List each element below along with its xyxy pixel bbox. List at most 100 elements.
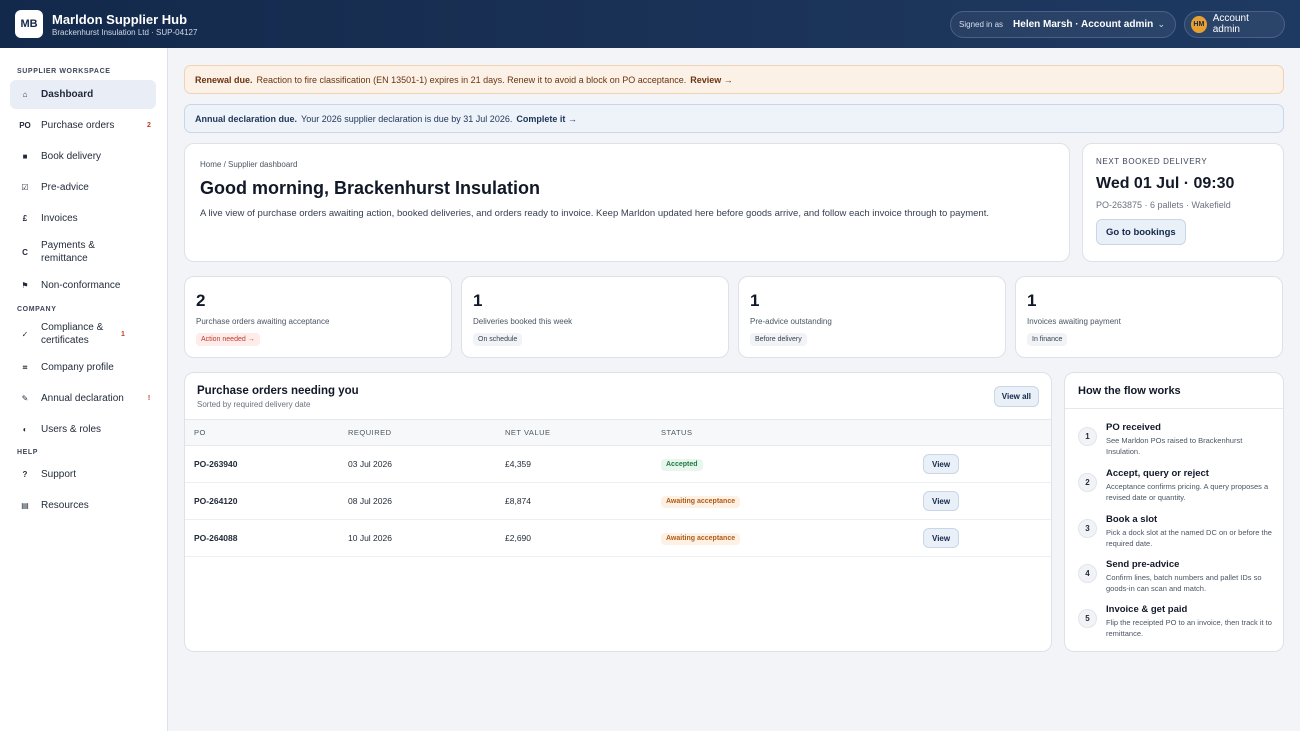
status-badge: Awaiting acceptance <box>661 495 741 508</box>
sidebar: Supplier workspace ⌂ Dashboard PO Purchase … <box>0 48 168 731</box>
stat-caption: Purchase orders awaiting acceptance <box>196 317 330 326</box>
view-all-button[interactable]: View all <box>993 386 1039 407</box>
status-cell: Accepted <box>661 458 923 471</box>
stat-chip: On schedule <box>473 333 523 346</box>
page-description: A live view of purchase orders awaiting … <box>200 208 989 219</box>
stat-card[interactable]: 2 Purchase orders awaiting acceptance Acti… <box>184 276 452 358</box>
renewal-banner-text: Reaction to fire classification (EN 1350… <box>256 74 687 85</box>
sidebar-item-label: Users & roles <box>41 424 102 435</box>
book-icon: ▤ <box>21 501 29 510</box>
sidebar-item-company-profile[interactable]: ⌗ Company profile <box>10 353 156 382</box>
stat-card[interactable]: 1 Invoices awaiting payment In finance <box>1015 276 1283 358</box>
required-date: 03 Jul 2026 <box>348 459 392 469</box>
net-value: £2,690 <box>505 533 531 543</box>
view-order-button[interactable]: View <box>923 528 960 548</box>
app-logo[interactable]: MB <box>15 10 43 38</box>
account-label: Account admin <box>1212 13 1249 35</box>
sidebar-item-badge: 2 <box>147 122 151 129</box>
view-order-button[interactable]: View <box>923 491 960 511</box>
breadcrumb: Home / Supplier dashboard <box>200 160 298 169</box>
declaration-banner-text: Your 2026 supplier declaration is due by… <box>301 113 513 124</box>
step-number: 1 <box>1078 427 1097 446</box>
column-header-net-value[interactable]: NET VALUE <box>505 428 661 437</box>
sidebar-item-label: Payments & remittance <box>41 240 95 264</box>
po-icon: PO <box>19 121 31 130</box>
column-header-status[interactable]: STATUS <box>661 428 923 437</box>
renewal-banner: Renewal due. Reaction to fire classifica… <box>184 65 1284 94</box>
stat-value: 1 <box>473 291 483 310</box>
declaration-banner: Annual declaration due. Your 2026 suppli… <box>184 104 1284 133</box>
signed-in-label: Signed in as <box>959 19 1004 29</box>
top-bar: MB Marldon Supplier Hub Brackenhurst Ins… <box>0 0 1300 48</box>
po-number[interactable]: PO-264088 <box>185 533 348 543</box>
chevron-down-icon: ⌄ <box>1157 18 1165 29</box>
sidebar-item-label: Resources <box>41 500 89 511</box>
table-row: PO-264120 08 Jul 2026 £8,874 Awaiting accep… <box>185 483 1051 520</box>
check-icon: ✓ <box>21 329 29 339</box>
user-switcher[interactable]: Signed in as Helen Marsh · Account admin… <box>950 10 1176 38</box>
users-icon: ◐ <box>22 425 28 434</box>
sidebar-item-label: Company profile <box>41 362 114 373</box>
sidebar-item-payments-and-remittance[interactable]: C Payments & remittance <box>10 235 156 269</box>
step-title: Accept, query or reject <box>1106 468 1209 479</box>
stat-card[interactable]: 1 Deliveries booked this week On schedule <box>461 276 729 358</box>
supplier-id: Brackenhurst Insulation Ltd · SUP-04127 <box>52 27 198 37</box>
sidebar-item-label: Dashboard <box>41 89 94 100</box>
stat-caption: Deliveries booked this week <box>473 317 573 326</box>
home-icon: ⌂ <box>22 90 28 99</box>
question-icon: ? <box>22 470 28 479</box>
step-description: Flip the receipted PO to an invoice, the… <box>1106 618 1272 638</box>
sidebar-section-help: Help <box>17 449 39 456</box>
step-title: Invoice & get paid <box>1106 604 1188 615</box>
sidebar-item-label: Support <box>41 469 77 480</box>
next-delivery-label: Next booked delivery <box>1096 157 1208 166</box>
column-header-po[interactable]: PO <box>185 428 348 437</box>
po-number[interactable]: PO-263940 <box>185 459 348 469</box>
sidebar-item-users-and-roles[interactable]: ◐ Users & roles <box>10 415 156 444</box>
declaration-banner-strong: Annual declaration due. <box>195 113 298 124</box>
stat-chip[interactable]: Action needed → <box>196 333 260 346</box>
declaration-complete-link[interactable]: Complete it → <box>516 114 577 124</box>
sidebar-item-non-conformance[interactable]: ⚑ Non-conformance <box>10 271 156 300</box>
stat-card[interactable]: 1 Pre-advice outstanding Before delivery <box>738 276 1006 358</box>
status-cell: Awaiting acceptance <box>661 532 923 545</box>
view-order-button[interactable]: View <box>923 454 960 474</box>
flow-card: How the flow works 1 PO received See Marld… <box>1064 372 1284 652</box>
sidebar-item-resources[interactable]: ▤ Resources <box>10 491 156 520</box>
brand: Marldon Supplier Hub Brackenhurst Insula… <box>52 12 197 37</box>
renewal-review-link[interactable]: Review → <box>690 75 733 85</box>
truck-icon: ■ <box>22 152 28 161</box>
sidebar-item-compliance-and-certificates[interactable]: ✓ Compliance & certificates 1 <box>10 317 156 351</box>
account-menu-button[interactable]: HM Account admin <box>1184 10 1285 38</box>
welcome-card: Home / Supplier dashboard Good morning, … <box>184 143 1070 262</box>
sidebar-item-annual-declaration[interactable]: ✎ Annual declaration! <box>10 384 156 413</box>
sidebar-item-dashboard[interactable]: ⌂ Dashboard <box>10 80 156 109</box>
go-to-bookings-button[interactable]: Go to bookings <box>1096 219 1186 245</box>
po-number[interactable]: PO-264120 <box>185 496 348 506</box>
action-cell: View <box>923 528 983 548</box>
sidebar-item-purchase-orders[interactable]: PO Purchase orders 2 <box>10 111 156 140</box>
sidebar-item-book-delivery[interactable]: ■ Book delivery <box>10 142 156 171</box>
table-header: PO REQUIRED NET VALUE STATUS <box>185 420 1051 446</box>
sidebar-item-support[interactable]: ? Support <box>10 460 156 489</box>
pen-icon: ✎ <box>21 394 29 403</box>
column-header-required[interactable]: REQUIRED <box>348 428 505 437</box>
sidebar-item-invoices[interactable]: £ Invoices <box>10 204 156 233</box>
sidebar-item-label: Invoices <box>41 213 78 224</box>
step-description: Pick a dock slot at the named DC on or b… <box>1106 528 1272 548</box>
step-number: 3 <box>1078 519 1097 538</box>
step-number: 4 <box>1078 564 1097 583</box>
net-value: £8,874 <box>505 496 531 506</box>
sidebar-item-label: Purchase orders <box>41 120 115 131</box>
next-delivery-datetime: Wed 01 Jul · 09:30 <box>1096 175 1235 192</box>
step-description: See Marldon POs raised to Brackenhurst I… <box>1106 436 1243 456</box>
step-number: 5 <box>1078 609 1097 628</box>
sidebar-item-label: Annual declaration <box>41 393 124 404</box>
sidebar-item-pre-advice[interactable]: ☑ Pre-advice <box>10 173 156 202</box>
sidebar-item-label: Compliance & certificates <box>41 322 104 346</box>
step-description: Acceptance confirms pricing. A query pro… <box>1106 482 1269 502</box>
table-row: PO-263940 03 Jul 2026 £4,359 Accepted View <box>185 446 1051 483</box>
required-date: 10 Jul 2026 <box>348 533 392 543</box>
stat-chip: In finance <box>1027 333 1068 346</box>
step-title: Send pre-advice <box>1106 559 1180 570</box>
